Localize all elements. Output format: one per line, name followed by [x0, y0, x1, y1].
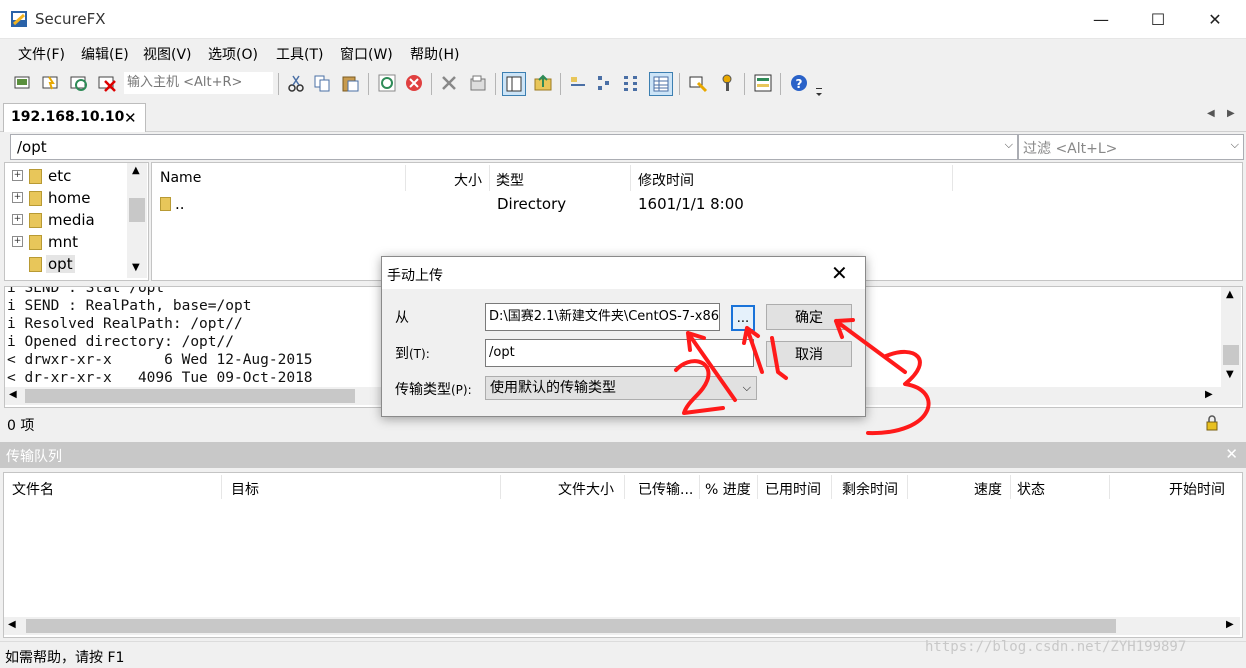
- annotation-arrow-1: [742, 326, 764, 374]
- annotation-number-1: [770, 336, 788, 380]
- annotation-number-2: [674, 359, 725, 415]
- annotation-arrow-2: [686, 331, 737, 402]
- annotation-arrow-3: [834, 318, 907, 374]
- annotation-number-3: [866, 350, 931, 436]
- annotation-overlay: [674, 318, 931, 436]
